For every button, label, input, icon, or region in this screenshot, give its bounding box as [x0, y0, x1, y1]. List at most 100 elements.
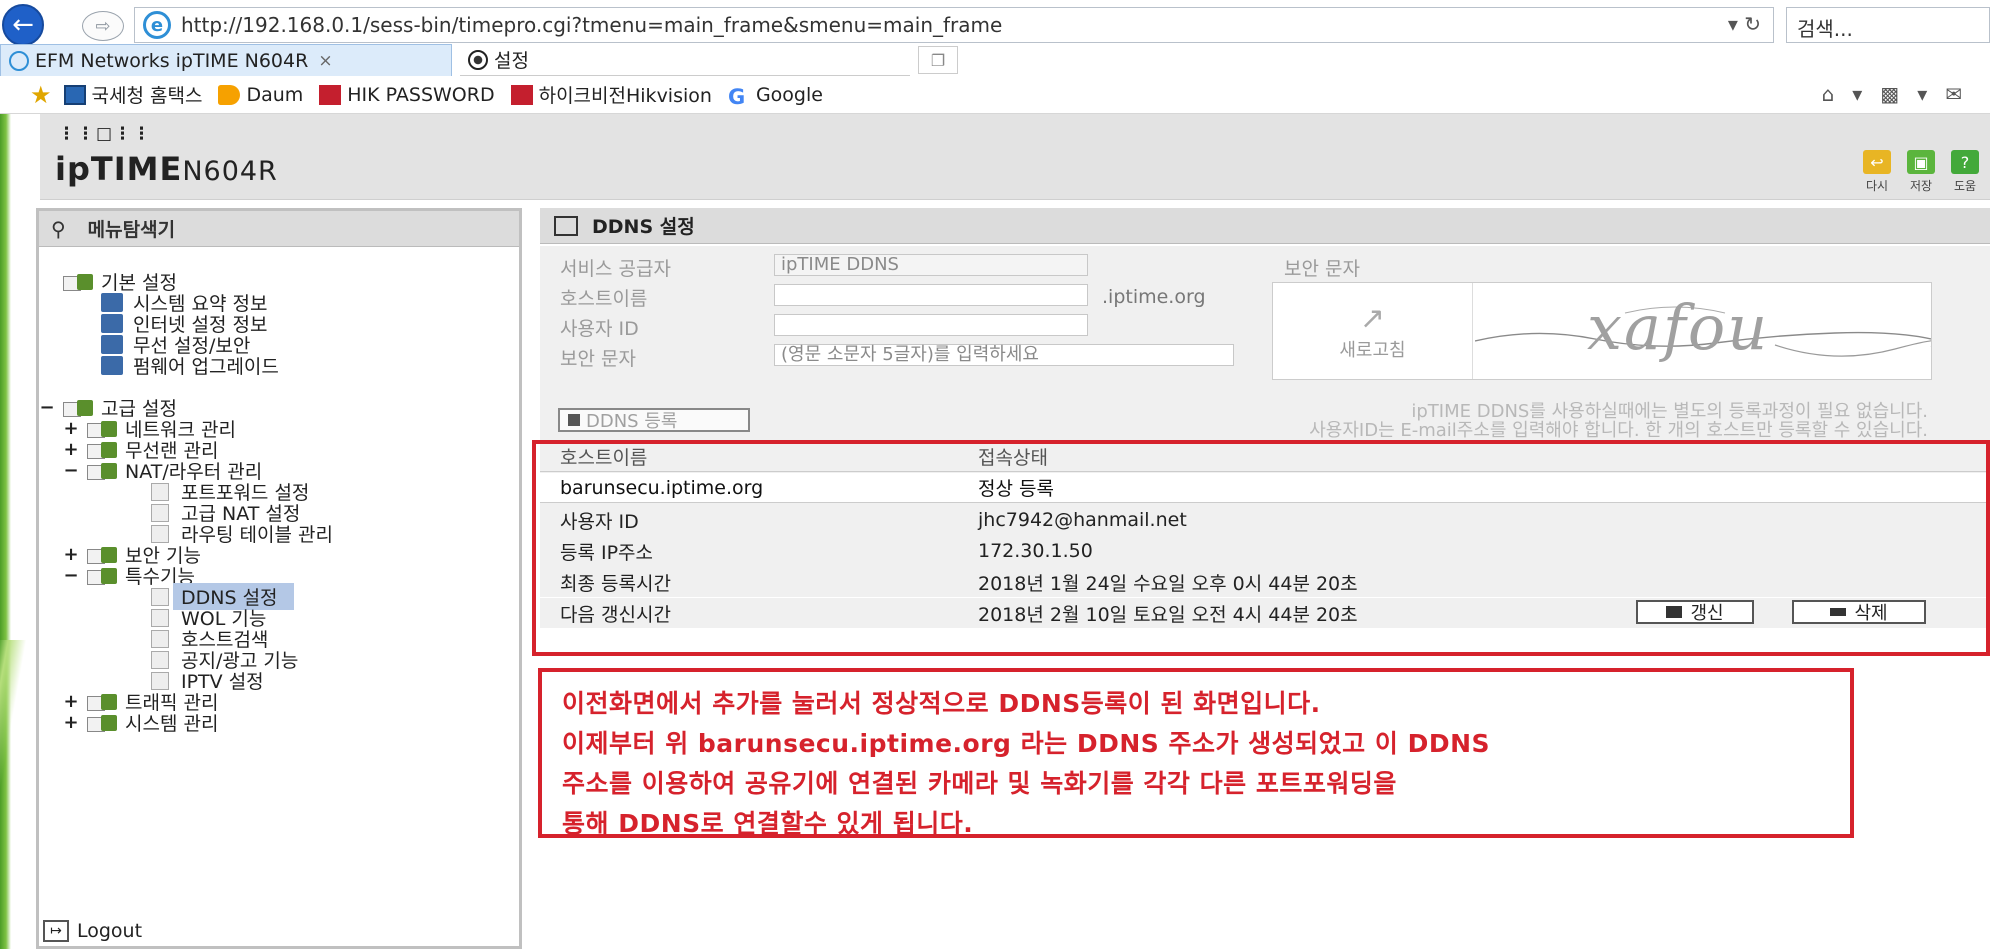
url-field[interactable]: e http://192.168.0.1/sess-bin/timepro.cg…: [134, 7, 1774, 43]
status-row-ip: 등록 IP주소 172.30.1.50: [540, 536, 1990, 566]
traffic-folder-icon: [87, 693, 121, 711]
url-text: http://192.168.0.1/sess-bin/timepro.cgi?…: [181, 13, 1003, 37]
menu-explorer: ⚲ 메뉴탐색기 기본 설정 시스템 요약 정보 인터넷 설정 정보 무선 설정/…: [36, 208, 522, 949]
refresh-icon[interactable]: ▾ ↻: [1728, 12, 1761, 36]
logout-label: Logout: [77, 920, 143, 942]
ie-tab-icon: [9, 50, 29, 71]
address-bar-row: ← ⇨ e http://192.168.0.1/sess-bin/timepr…: [0, 0, 1990, 48]
menu-label: 라우팅 테이블 관리: [181, 524, 333, 546]
userid-input[interactable]: [774, 314, 1088, 336]
save-label: 저장: [1909, 179, 1933, 193]
page-icon: [151, 503, 169, 522]
reload-button[interactable]: ↩ 다시: [1860, 150, 1894, 194]
folder-icon: [63, 399, 97, 417]
connection-state: 정상 등록: [978, 478, 1054, 500]
save-icon: ▣: [1907, 150, 1935, 174]
wireless-icon: [101, 335, 123, 354]
hik-icon: [510, 84, 533, 105]
favorite-label: Daum: [246, 83, 304, 106]
home-rss-icons[interactable]: ⌂▾▩▾✉: [1822, 82, 1980, 106]
favorite-hik-password[interactable]: HIK PASSWORD: [319, 84, 495, 106]
annotation-line: 주소를 이용하여 공유기에 연결된 카메라 및 녹화기를 각각 다른 포트포워딩…: [562, 769, 1397, 798]
logout-link[interactable]: ↦ Logout: [43, 920, 142, 942]
row-value: 172.30.1.50: [978, 540, 1093, 562]
annotation-box: 이전화면에서 추가를 눌러서 정상적으로 DDNS등록이 된 화면입니다. 이제…: [538, 668, 1854, 838]
reload-icon: ↩: [1863, 150, 1891, 174]
page-icon: [151, 587, 169, 606]
captcha-input[interactable]: (영문 소문자 5글자)를 입력하세요: [774, 344, 1234, 366]
hostname-suffix: .iptime.org: [1102, 286, 1206, 308]
favorites-bar: ★ 국세청 홈택스 Daum HIK PASSWORD 하이크비전Hikvisi…: [0, 76, 1990, 114]
lock-folder-icon: [87, 546, 121, 564]
expand-icon: +: [63, 691, 79, 712]
delete-icon: [1830, 608, 1847, 616]
page-icon: [151, 629, 169, 648]
row-value: 2018년 1월 24일 수요일 오후 0시 44분 20초: [978, 572, 1358, 595]
ddns-content: DDNS 설정 서비스 공급자 ipTIME DDNS 호스트이름 .iptim…: [532, 208, 1990, 949]
favorite-daum[interactable]: Daum: [218, 84, 303, 106]
status-header-row: 호스트이름 접속상태: [540, 442, 1990, 472]
save-button[interactable]: ▣ 저장: [1904, 150, 1938, 194]
back-arrow-icon[interactable]: ←: [2, 4, 44, 46]
camera-tab-icon: [468, 49, 488, 70]
annotation-line: 이전화면에서 추가를 눌러서 정상적으로 DDNS등록이 된 화면입니다.: [562, 689, 1321, 718]
help-button[interactable]: ? 도움: [1948, 150, 1982, 194]
notice-line: 사용자ID는 E-mail주소를 입력해야 합니다. 한 개의 호스트만 등록할…: [1309, 420, 1928, 441]
provider-label: 서비스 공급자: [560, 258, 671, 280]
notice-line: ipTIME DDNS를 사용하실때에는 별도의 등록과정이 필요 없습니다.: [1411, 401, 1928, 422]
search-input[interactable]: 검색...: [1786, 7, 1990, 43]
router-logo: ipTIMEN604R: [55, 150, 278, 188]
logo-brand: ipTIME: [55, 150, 183, 188]
menu-label: 펌웨어 업그레이드: [133, 356, 279, 378]
captcha-image: xafou: [1475, 283, 1931, 379]
close-icon[interactable]: ×: [318, 51, 332, 71]
new-tab-button[interactable]: ❐: [918, 46, 958, 74]
logo-mark-icon: ⋮⋮□⋮⋮: [58, 124, 153, 144]
delete-button[interactable]: 삭제: [1792, 600, 1926, 624]
captcha-title: 보안 문자: [1284, 258, 1360, 280]
captcha-text: xafou: [1587, 291, 1770, 364]
content-title-bar: DDNS 설정: [540, 208, 1990, 244]
hostname-input[interactable]: [774, 284, 1088, 306]
column-state: 접속상태: [978, 447, 1048, 469]
captcha-label: 보안 문자: [560, 348, 636, 370]
ie-logo-icon: e: [143, 11, 171, 39]
help-icon: ?: [1951, 150, 1979, 174]
favorite-hometax[interactable]: 국세청 홈택스: [63, 81, 202, 108]
delete-label: 삭제: [1854, 603, 1888, 624]
folder-icon: [63, 273, 97, 291]
column-hostname: 호스트이름: [560, 447, 648, 469]
favorite-hikvision[interactable]: 하이크비전Hikvision: [510, 81, 712, 108]
decorative-leaf: [0, 640, 30, 949]
forward-arrow-icon[interactable]: ⇨: [82, 11, 124, 41]
page-title: DDNS 설정: [592, 216, 695, 238]
tab-settings[interactable]: 설정: [460, 44, 910, 76]
expand-icon: +: [63, 418, 79, 439]
system-folder-icon: [87, 714, 121, 732]
window-icon: [554, 215, 578, 236]
menu-system[interactable]: + 시스템 관리: [63, 712, 218, 735]
special-folder-icon: [87, 567, 121, 585]
captcha-refresh-button[interactable]: ↗ 새로고침: [1273, 283, 1473, 379]
userid-label: 사용자 ID: [560, 318, 639, 340]
row-label: 다음 갱신시간: [560, 603, 671, 626]
renew-button[interactable]: 갱신: [1636, 600, 1754, 624]
google-icon: G: [727, 84, 746, 109]
row-value: 2018년 2월 10일 토요일 오전 4시 44분 20초: [978, 603, 1358, 626]
favorite-google[interactable]: G Google: [727, 84, 823, 109]
menu-firmware-upgrade[interactable]: 펌웨어 업그레이드: [101, 355, 279, 378]
page-icon: [151, 671, 169, 690]
collapse-icon: −: [63, 460, 79, 481]
expand-icon: +: [63, 544, 79, 565]
refresh-label: 새로고침: [1339, 340, 1406, 361]
refresh-icon: ↗: [1359, 301, 1386, 336]
favorites-star-icon[interactable]: ★: [30, 81, 52, 109]
help-label: 도움: [1953, 179, 1977, 193]
provider-select[interactable]: ipTIME DDNS: [774, 254, 1088, 276]
router-header: ⋮⋮□⋮⋮ ipTIMEN604R ↩ 다시 ▣ 저장 ? 도움: [40, 114, 1990, 200]
annotation-text: 이전화면에서 추가를 눌러서 정상적으로 DDNS등록이 된 화면입니다. 이제…: [562, 684, 1490, 844]
ddns-register-button[interactable]: DDNS 등록: [558, 408, 750, 432]
tab-router[interactable]: EFM Networks ipTIME N604R ×: [0, 44, 452, 76]
row-label: 사용자 ID: [560, 510, 639, 533]
hik-icon: [319, 84, 342, 105]
